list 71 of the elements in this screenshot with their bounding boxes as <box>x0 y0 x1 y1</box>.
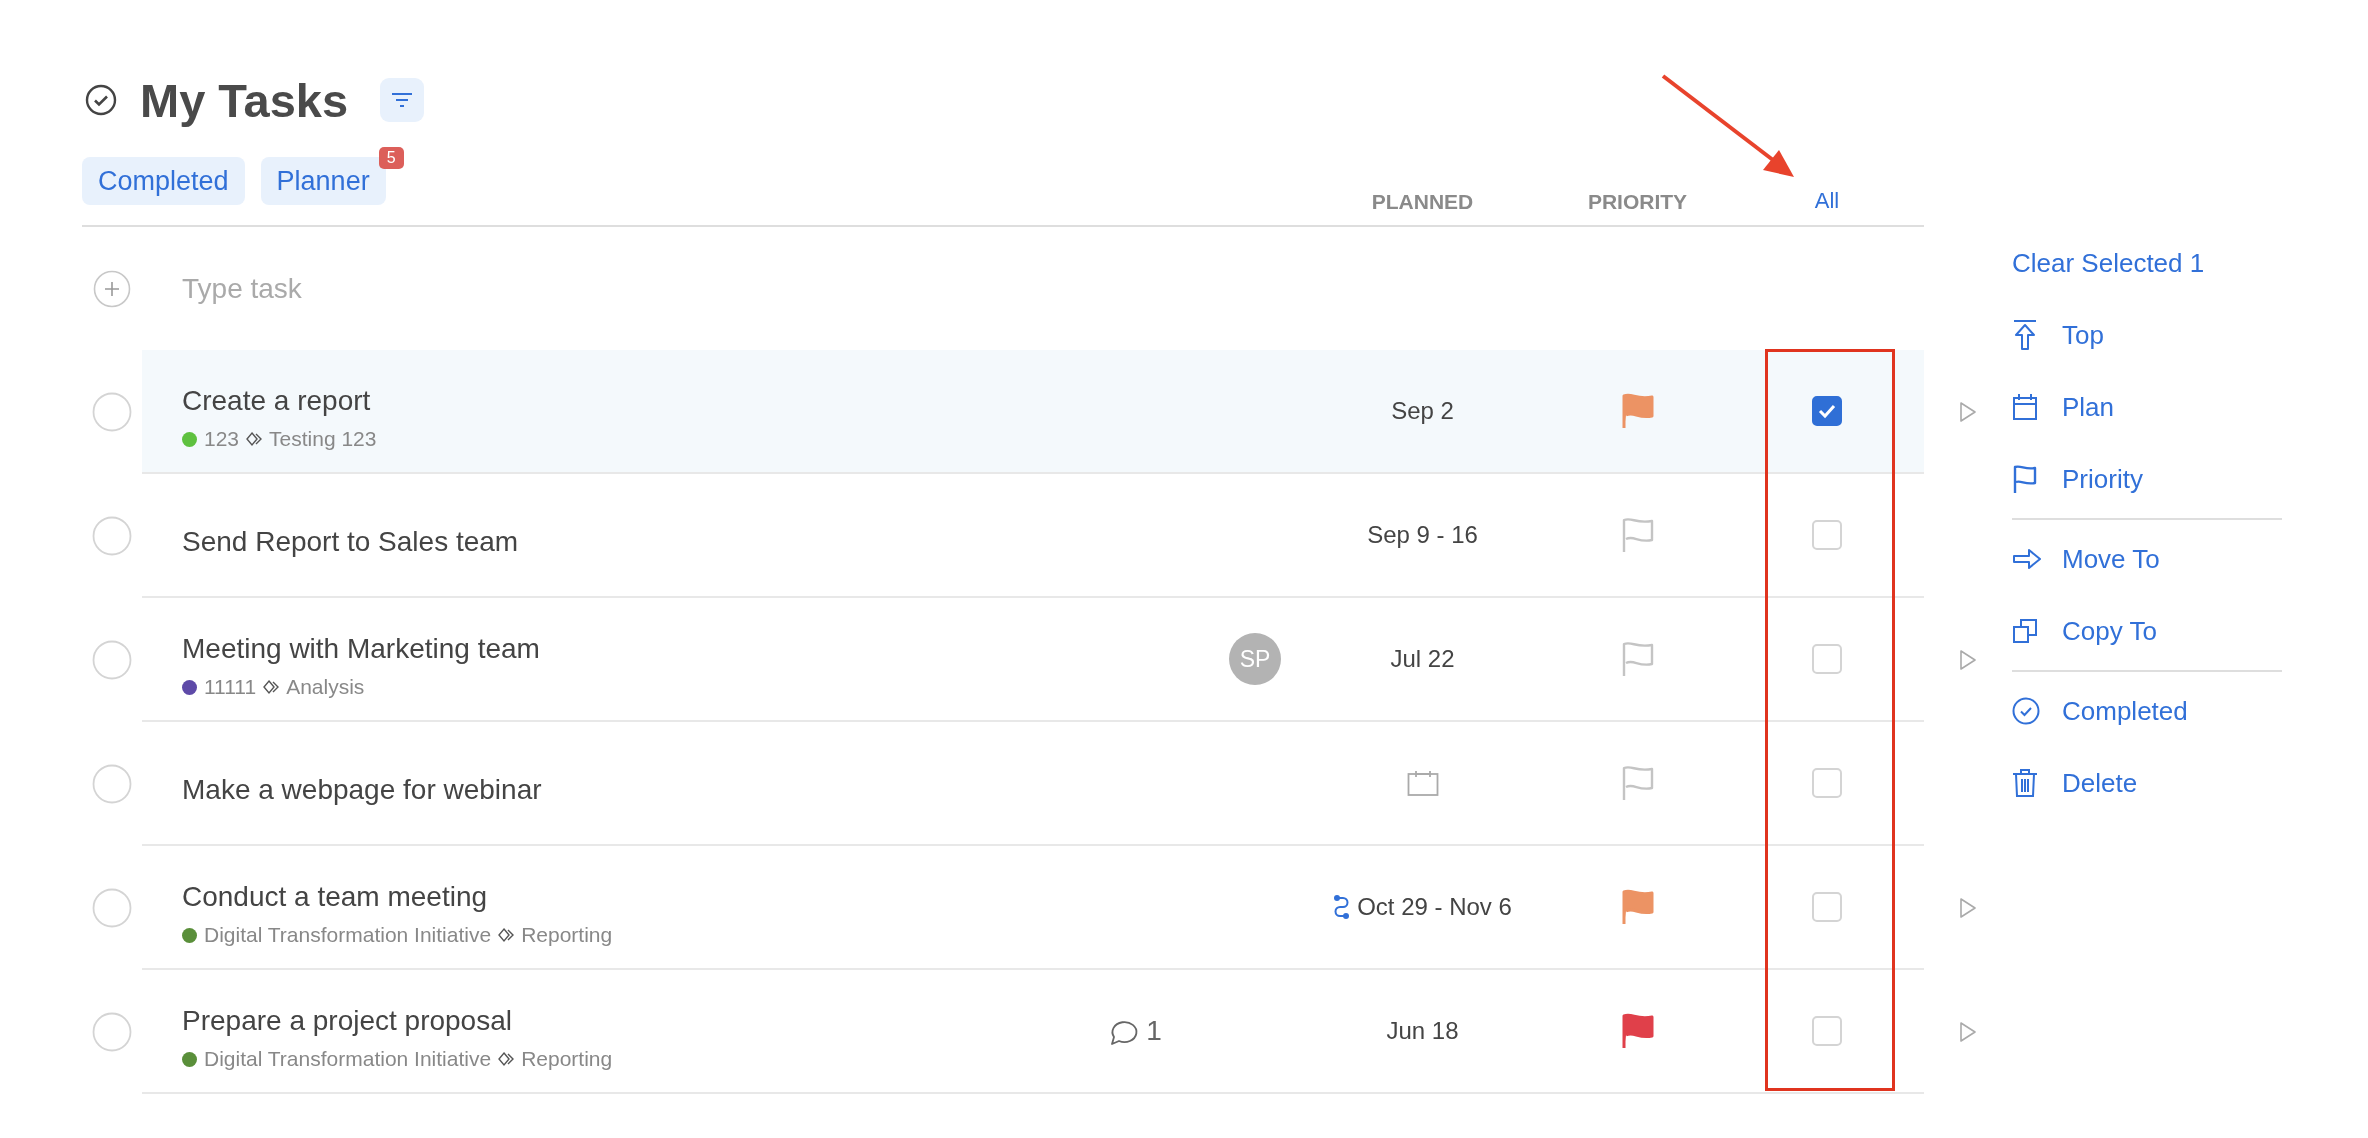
section-name: Testing 123 <box>269 427 377 451</box>
column-header: PRIORITY <box>1587 190 1688 214</box>
calendar-icon <box>2012 393 2038 421</box>
complete-circle[interactable] <box>92 392 132 432</box>
project-name: Digital Transformation Initiative <box>204 923 492 947</box>
action-button[interactable]: Move To <box>2012 523 2282 595</box>
priority-flag-icon[interactable] <box>1620 393 1655 429</box>
task-input[interactable]: Type task <box>182 268 782 309</box>
priority-flag-icon[interactable] <box>1620 641 1655 677</box>
check-circle-icon <box>2012 697 2040 725</box>
clear-selected-link[interactable]: Clear Selected 1 <box>2012 227 2282 299</box>
action-button[interactable]: Copy To <box>2012 595 2282 667</box>
section-name: Reporting <box>521 1047 613 1071</box>
filter-chip[interactable]: Planner <box>260 157 386 205</box>
complete-circle[interactable] <box>92 1012 132 1052</box>
project-name: Digital Transformation Initiative <box>204 1047 492 1071</box>
task-title[interactable]: Conduct a team meeting <box>182 881 1080 913</box>
filter-chip[interactable]: Completed <box>82 157 245 205</box>
task-title[interactable]: Send Report to Sales team <box>182 526 1080 558</box>
add-icon[interactable] <box>93 269 131 308</box>
page-title: My Tasks <box>140 72 349 128</box>
planned-date[interactable]: Jun 18 <box>1386 1017 1459 1045</box>
task-title[interactable]: Prepare a project proposal <box>182 1005 1080 1037</box>
priority-flag-icon[interactable] <box>1620 765 1655 801</box>
tag-icon <box>263 679 280 695</box>
planned-date[interactable]: Sep 9 - 16 <box>1367 521 1478 549</box>
comment-count: 1 <box>1146 1015 1162 1047</box>
filter-button[interactable] <box>380 78 425 122</box>
complete-circle[interactable] <box>92 764 132 804</box>
tag-icon <box>498 927 515 943</box>
section-name: Analysis <box>286 675 365 699</box>
expand-triangle-icon[interactable] <box>1959 401 1977 423</box>
copy-icon <box>2012 618 2038 644</box>
complete-circle[interactable] <box>92 888 132 928</box>
select-checkbox[interactable] <box>1812 396 1842 426</box>
arrow-right-icon <box>2012 548 2042 570</box>
expand-triangle-icon[interactable] <box>1959 1021 1977 1043</box>
action-button[interactable]: Completed <box>2012 675 2282 747</box>
planned-date[interactable]: Jul 22 <box>1390 645 1455 673</box>
priority-flag-icon[interactable] <box>1620 517 1655 553</box>
calendar-icon[interactable] <box>1406 769 1439 797</box>
expand-triangle-icon[interactable] <box>1959 649 1977 671</box>
priority-flag-icon[interactable] <box>1620 889 1655 925</box>
count-badge: 5 <box>378 147 404 169</box>
user-avatar: SP <box>1229 633 1281 685</box>
action-button[interactable]: Delete <box>2012 747 2282 819</box>
action-button[interactable]: Priority <box>2012 443 2282 515</box>
project-name: 11111 <box>204 675 257 699</box>
arrow-up-to-line-icon <box>2012 319 2038 351</box>
priority-flag-icon[interactable] <box>1620 1013 1655 1049</box>
section-name: Reporting <box>521 923 613 947</box>
task-title[interactable]: Make a webpage for webinar <box>182 774 1080 806</box>
complete-circle[interactable] <box>92 640 132 680</box>
flag-icon <box>2012 464 2038 494</box>
check-icon <box>1817 403 1837 419</box>
tag-icon <box>246 431 263 447</box>
task-title[interactable]: Meeting with Marketing team <box>182 633 1080 665</box>
trash-icon <box>2012 768 2038 798</box>
tag-icon <box>498 1051 515 1067</box>
check-circle-icon <box>85 84 117 116</box>
select-all-link[interactable]: All <box>1814 188 1840 214</box>
task-title[interactable]: Create a report <box>182 385 1080 417</box>
project-name: 123 <box>204 427 240 451</box>
expand-triangle-icon[interactable] <box>1959 897 1977 919</box>
planned-date[interactable]: Sep 2 <box>1391 397 1454 425</box>
action-button[interactable]: Plan <box>2012 371 2282 443</box>
filter-icon <box>391 91 414 109</box>
action-button[interactable]: Top <box>2012 299 2282 371</box>
column-header: PLANNED <box>1371 190 1474 214</box>
planned-date[interactable]: Oct 29 - Nov 6 <box>1357 893 1512 921</box>
complete-circle[interactable] <box>92 516 132 556</box>
